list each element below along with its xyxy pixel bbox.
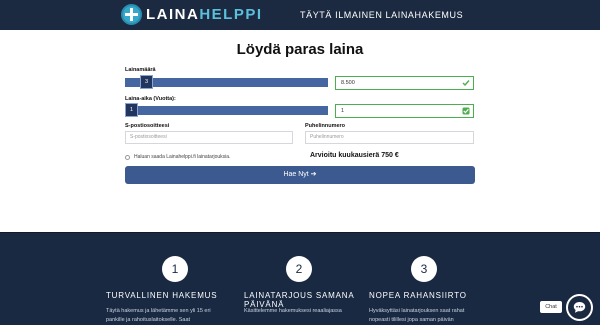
step-body: Käsittelemme hakemuksesi reaaliajassa xyxy=(244,308,342,314)
amount-slider-fill xyxy=(125,78,328,87)
amount-label: Lainamäärä xyxy=(125,67,156,73)
chat-button[interactable] xyxy=(566,294,593,321)
logo-icon xyxy=(121,4,142,25)
amount-value-field[interactable]: 8.500 xyxy=(335,76,474,90)
step-number: 2 xyxy=(286,256,312,282)
form-title: Löydä paras laina xyxy=(236,41,364,58)
step-body: Hyväksyttäsi lainatarjouksen saat rahat … xyxy=(369,308,465,323)
optin-row[interactable]: Haluan saada Lainahelppi.fi lainatarjouk… xyxy=(125,154,230,160)
duration-slider-fill xyxy=(125,106,328,115)
logo-text-a: LAINA xyxy=(146,6,200,23)
header: LAINAHELPPI TÄYTÄ ILMAINEN LAINAHAKEMUS xyxy=(0,0,600,30)
phone-field[interactable]: Puhelinnumero xyxy=(305,131,474,144)
phone-label: Puhelinnumero xyxy=(305,123,346,129)
loan-form: Löydä paras laina Lainamäärä 3 8.500 Lai… xyxy=(0,30,600,232)
email-label: S-postiosoitteesi xyxy=(125,123,170,129)
monthly-estimate: Arvioitu kuukausierä 750 € xyxy=(310,152,399,159)
check-icon xyxy=(462,107,470,115)
email-field[interactable]: S-postiosoitteesi xyxy=(125,131,293,144)
chat-bubble-icon xyxy=(573,302,586,313)
submit-button[interactable]: Hae Nyt ➔ xyxy=(125,166,475,184)
step-number: 1 xyxy=(162,256,188,282)
step-body: Täytä hakemus ja lähetämme sen yli 15 er… xyxy=(106,308,211,323)
step-title: TURVALLINEN HAKEMUS xyxy=(106,291,218,300)
steps-section: 1 TURVALLINEN HAKEMUS Täytä hakemus ja l… xyxy=(0,233,600,325)
header-cta[interactable]: TÄYTÄ ILMAINEN LAINAHAKEMUS xyxy=(300,10,463,20)
duration-value-field[interactable]: 1 xyxy=(335,104,474,118)
logo-text: LAINAHELPPI xyxy=(146,6,263,23)
logo[interactable]: LAINAHELPPI xyxy=(121,4,263,25)
duration-slider-thumb[interactable]: 1 xyxy=(125,103,138,117)
duration-slider[interactable]: 1 xyxy=(125,103,328,117)
optin-checkbox[interactable] xyxy=(125,154,130,160)
optin-label: Haluan saada Lainahelppi.fi lainatarjouk… xyxy=(134,154,231,160)
check-icon xyxy=(462,80,470,87)
amount-slider[interactable]: 3 xyxy=(125,75,328,89)
amount-value: 8.500 xyxy=(341,80,355,86)
amount-slider-thumb[interactable]: 3 xyxy=(140,75,153,89)
duration-value: 1 xyxy=(341,108,345,114)
step-number: 3 xyxy=(411,256,437,282)
duration-label: Laina-aika (Vuotta): xyxy=(125,96,176,102)
step-title: NOPEA RAHANSIIRTO xyxy=(369,291,467,300)
logo-text-b: HELPPI xyxy=(199,6,263,23)
chat-label[interactable]: Chat xyxy=(540,301,562,313)
